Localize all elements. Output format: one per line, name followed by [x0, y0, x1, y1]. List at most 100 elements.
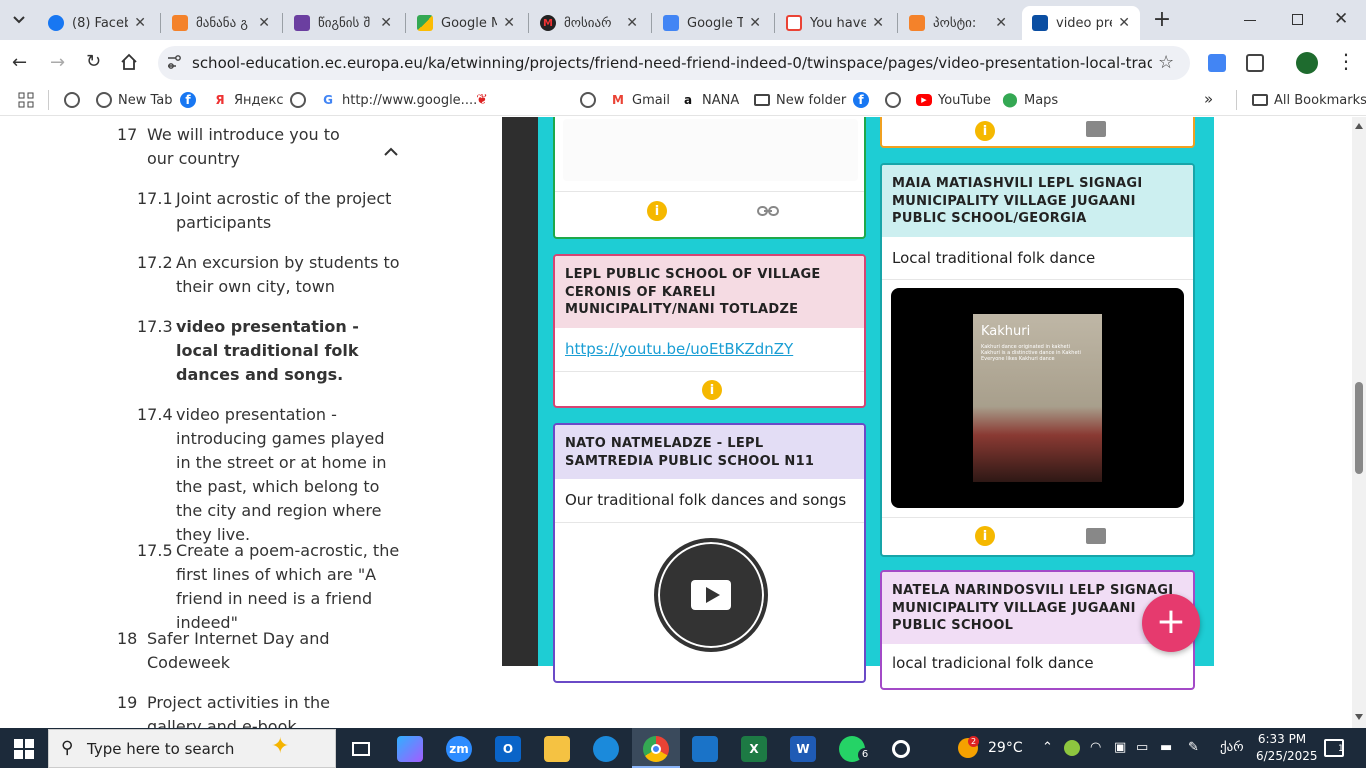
taskbar-app-circle[interactable]	[888, 736, 914, 762]
bookmark-item-maps[interactable]: ⬤ Maps	[1002, 90, 1058, 110]
video-embed[interactable]: Kakhuri Kakhuri dance originated in kakh…	[891, 288, 1184, 508]
close-icon[interactable]: ✕	[626, 15, 638, 31]
bookmark-item-youtube[interactable]: ▶ YouTube	[916, 90, 991, 110]
tab-blogger-1[interactable]: მანანა გ ✕	[162, 6, 280, 40]
profile-avatar[interactable]	[1296, 52, 1318, 74]
bookmark-item[interactable]	[64, 90, 86, 110]
bookmark-item-yandex[interactable]: Я Яндекс	[212, 90, 283, 110]
extensions-button[interactable]	[1246, 54, 1264, 72]
nav-item-17-4[interactable]: 17.4 video presentation - introducing ga…	[137, 403, 401, 547]
page-scrollbar[interactable]	[1352, 117, 1366, 728]
post-card-nato[interactable]: NATO NATMELADZE - LEPL SAMTREDIA PUBLIC …	[553, 423, 866, 683]
clock[interactable]: 6:33 PM 6/25/2025	[1256, 731, 1318, 765]
link-icon[interactable]	[757, 203, 779, 222]
taskbar-chrome[interactable]	[643, 736, 669, 762]
apps-grid-button[interactable]	[18, 92, 34, 108]
nav-item-17[interactable]: 17 We will introduce you to our country	[117, 123, 357, 171]
bookmark-item[interactable]	[885, 90, 907, 110]
start-button[interactable]	[14, 739, 34, 759]
close-icon[interactable]: ✕	[1118, 15, 1130, 31]
pen-icon[interactable]: ✎	[1188, 740, 1199, 755]
bookmark-item[interactable]	[580, 90, 602, 110]
bookmark-item-new-folder[interactable]: New folder	[754, 90, 846, 110]
close-icon[interactable]: ✕	[872, 15, 884, 31]
translate-button[interactable]	[1208, 54, 1226, 72]
new-tab-button[interactable]: +	[1150, 6, 1174, 34]
post-card-partial[interactable]: i	[880, 117, 1195, 148]
all-bookmarks-button[interactable]: All Bookmarks	[1252, 90, 1366, 110]
card-youtube-link[interactable]: https://youtu.be/uoEtBKZdnZY	[565, 340, 793, 358]
taskbar-zoom[interactable]: zm	[446, 736, 472, 762]
bookmark-item-nana[interactable]: a NANA	[680, 90, 739, 110]
minimize-button[interactable]	[1240, 12, 1260, 28]
post-card-partial[interactable]: i	[553, 117, 866, 239]
tab-blogger-2[interactable]: პოსტი: ✕	[899, 6, 1017, 40]
url-text[interactable]: school-education.ec.europa.eu/ka/etwinni…	[192, 54, 1152, 72]
bookmark-item[interactable]	[290, 90, 312, 110]
tray-icon[interactable]: ▭	[1136, 740, 1148, 755]
taskbar-file-explorer[interactable]	[544, 736, 570, 762]
bookmark-item-google[interactable]: Ghttp://www.google....	[320, 90, 477, 110]
close-icon[interactable]: ✕	[380, 15, 392, 31]
close-icon[interactable]: ✕	[134, 15, 146, 31]
taskbar-edge[interactable]	[593, 736, 619, 762]
collapse-toggle[interactable]	[384, 141, 398, 160]
nav-item-17-1[interactable]: 17.1 Joint acrostic of the project parti…	[137, 187, 401, 235]
tab-facebook[interactable]: (8) Facebook ✕	[38, 6, 156, 40]
info-icon[interactable]: i	[647, 201, 667, 221]
taskbar-excel[interactable]: X	[741, 736, 767, 762]
post-card-maia[interactable]: MAIA MATIASHVILI LEPL SIGNAGI MUNICIPALI…	[880, 163, 1195, 557]
tab-google-meet[interactable]: Google M ✕	[407, 6, 525, 40]
nav-item-17-3[interactable]: 17.3 video presentation - local traditio…	[137, 315, 391, 387]
tab-google-translate[interactable]: Google Tr ✕	[653, 6, 771, 40]
show-hidden-icons[interactable]: ⌃	[1042, 740, 1053, 755]
info-icon[interactable]: i	[975, 526, 995, 546]
window-close-button[interactable]: ✕	[1334, 9, 1354, 29]
wifi-icon[interactable]: ◠	[1090, 740, 1101, 755]
task-view-button[interactable]	[348, 736, 374, 762]
weather-widget[interactable]: 2 29°C	[958, 736, 1028, 762]
bookmark-star-button[interactable]: ☆	[1158, 52, 1174, 73]
scroll-down-arrow[interactable]	[1355, 714, 1363, 720]
tab-video-presentation[interactable]: video pre ✕	[1022, 6, 1140, 40]
taskbar-outlook[interactable]: O	[495, 736, 521, 762]
add-post-button[interactable]: +	[1142, 594, 1200, 652]
close-icon[interactable]: ✕	[258, 15, 270, 31]
close-icon[interactable]: ✕	[503, 15, 515, 31]
info-icon[interactable]: i	[975, 121, 995, 141]
tab-mosiaruli[interactable]: M მოსიარ ✕	[530, 6, 648, 40]
nav-item-17-5[interactable]: 17.5 Create a poem-acrostic, the first l…	[137, 539, 401, 635]
bookmarks-overflow-button[interactable]: »	[1204, 90, 1213, 108]
nav-item-17-2[interactable]: 17.2 An excursion by students to their o…	[137, 251, 401, 299]
nav-item-19[interactable]: 19 Project activities in the gallery and…	[117, 691, 377, 728]
tab-search-button[interactable]	[6, 8, 32, 32]
bookmark-item-facebook[interactable]: f	[853, 90, 875, 110]
tray-icon[interactable]: ▣	[1114, 740, 1126, 755]
scroll-up-arrow[interactable]	[1355, 123, 1363, 129]
back-button[interactable]: ←	[12, 52, 27, 73]
tray-app-icon[interactable]	[1064, 740, 1080, 756]
taskbar-search[interactable]: ⚲ Type here to search ✦	[48, 729, 336, 768]
battery-icon[interactable]: ▬	[1160, 740, 1172, 755]
nav-item-18[interactable]: 18 Safer Internet Day and Codeweek	[117, 627, 347, 675]
tab-gmail[interactable]: You have ✕	[776, 6, 894, 40]
bookmark-item-gmail[interactable]: M Gmail	[610, 90, 670, 110]
bookmark-item-new-tab[interactable]: New Tab	[96, 90, 173, 110]
tab-book[interactable]: წიგნის შ ✕	[284, 6, 402, 40]
info-icon[interactable]: i	[702, 380, 722, 400]
site-info-icon[interactable]	[166, 54, 182, 70]
close-icon[interactable]: ✕	[749, 15, 761, 31]
home-button[interactable]	[120, 53, 138, 75]
bookmark-item[interactable]: ❦	[474, 90, 496, 110]
scrollbar-thumb[interactable]	[1355, 382, 1363, 474]
taskbar-copilot[interactable]	[397, 736, 423, 762]
taskbar-word[interactable]: W	[790, 736, 816, 762]
restore-button[interactable]	[1288, 12, 1308, 28]
taskbar-app[interactable]	[692, 736, 718, 762]
browser-menu-button[interactable]: ⋮	[1336, 50, 1356, 72]
language-indicator[interactable]: ქარ	[1220, 740, 1244, 755]
bookmark-item-facebook[interactable]: f	[180, 90, 202, 110]
close-icon[interactable]: ✕	[995, 15, 1007, 31]
forward-button[interactable]: →	[50, 52, 65, 73]
video-play-button[interactable]	[654, 538, 768, 652]
